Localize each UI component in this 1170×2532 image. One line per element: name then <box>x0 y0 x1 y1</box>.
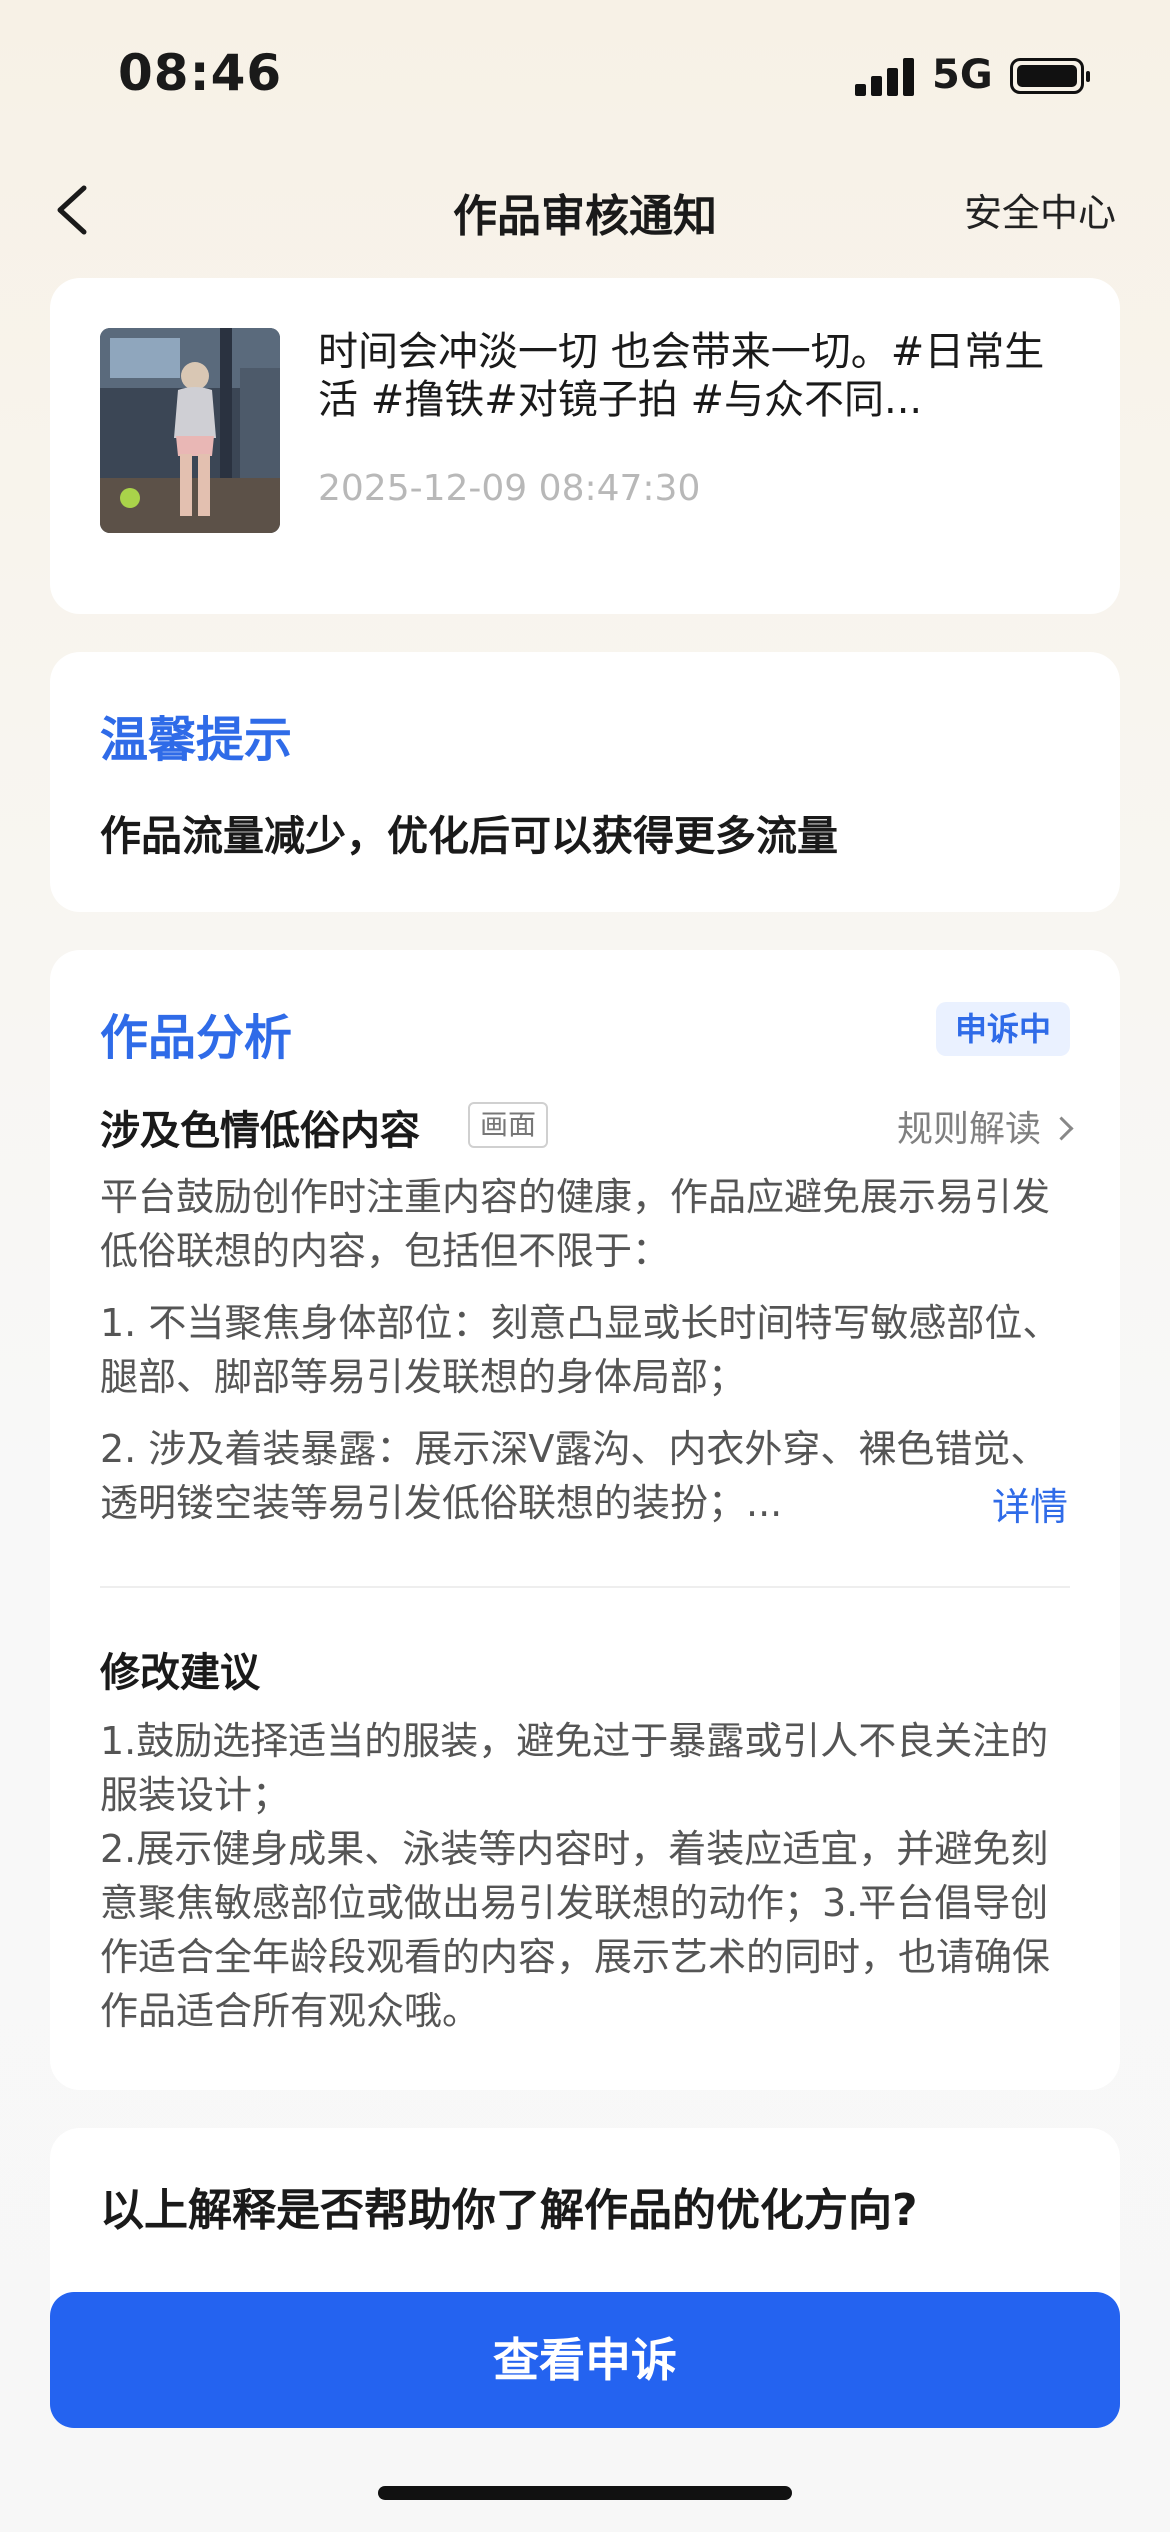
rules-link-label: 规则解读 <box>896 1109 1041 1150</box>
chevron-right-icon <box>1049 1116 1074 1141</box>
battery-icon <box>1010 58 1090 94</box>
divider <box>100 1586 1070 1588</box>
details-link[interactable]: 详情 <box>992 1476 1068 1531</box>
violation-title: 涉及色情低俗内容 <box>100 1108 420 1154</box>
home-indicator[interactable] <box>378 2486 792 2500</box>
tip-text: 作品流量减少，优化后可以获得更多流量 <box>100 812 838 860</box>
suggestion-heading: 修改建议 <box>100 1650 260 1696</box>
status-badge: 申诉中 <box>936 1002 1070 1056</box>
post-thumbnail[interactable] <box>100 328 280 533</box>
network-type: 5G <box>932 52 993 98</box>
analysis-item-2: 2. 涉及着装暴露：展示深V露沟、内衣外穿、裸色错觉、透明镂空装等易引发低俗联想… <box>100 1427 1049 1525</box>
analysis-card: 作品分析 申诉中 涉及色情低俗内容 画面 规则解读 平台鼓励创作时注重内容的健康… <box>50 950 1120 2090</box>
post-timestamp: 2025-12-09 08:47:30 <box>318 468 701 509</box>
status-time: 08:46 <box>118 44 283 102</box>
post-title: 时间会冲淡一切 也会带来一切。#日常生活 #撸铁#对镜子拍 #与众不同... <box>318 329 1045 423</box>
view-appeal-button[interactable]: 查看申诉 <box>50 2292 1120 2428</box>
analysis-item-1: 1. 不当聚焦身体部位：刻意凸显或长时间特写敏感部位、腿部、脚部等易引发联想的身… <box>100 1301 1061 1399</box>
tip-heading: 温馨提示 <box>100 712 293 768</box>
post-card[interactable]: 时间会冲淡一切 也会带来一切。#日常生活 #撸铁#对镜子拍 #与众不同... 2… <box>50 278 1120 614</box>
tip-card: 温馨提示 作品流量减少，优化后可以获得更多流量 <box>50 652 1120 912</box>
violation-type-tag: 画面 <box>468 1102 549 1148</box>
analysis-heading: 作品分析 <box>100 1010 293 1066</box>
analysis-intro: 平台鼓励创作时注重内容的健康，作品应避免展示易引发低俗联想的内容，包括但不限于： <box>100 1175 1051 1273</box>
rules-explanation-link[interactable]: 规则解读 <box>896 1100 1074 1152</box>
suggestion-1: 1.鼓励选择适当的服装，避免过于暴露或引人不良关注的服装设计； <box>100 1719 1049 1817</box>
suggestion-2: 2.展示健身成果、泳装等内容时，着装应适宜，并避免刻意聚焦敏感部位或做出易引发联… <box>100 1827 1051 2033</box>
status-bar: 08:46 5G <box>0 0 1170 150</box>
signal-icon <box>855 58 915 96</box>
suggestion-text: 1.鼓励选择适当的服装，避免过于暴露或引人不良关注的服装设计； 2.展示健身成果… <box>100 1714 1070 2038</box>
safety-center-link[interactable]: 安全中心 <box>964 182 1116 237</box>
nav-bar: 作品审核通知 安全中心 <box>0 160 1170 260</box>
feedback-question: 以上解释是否帮助你了解作品的优化方向? <box>100 2185 918 2236</box>
